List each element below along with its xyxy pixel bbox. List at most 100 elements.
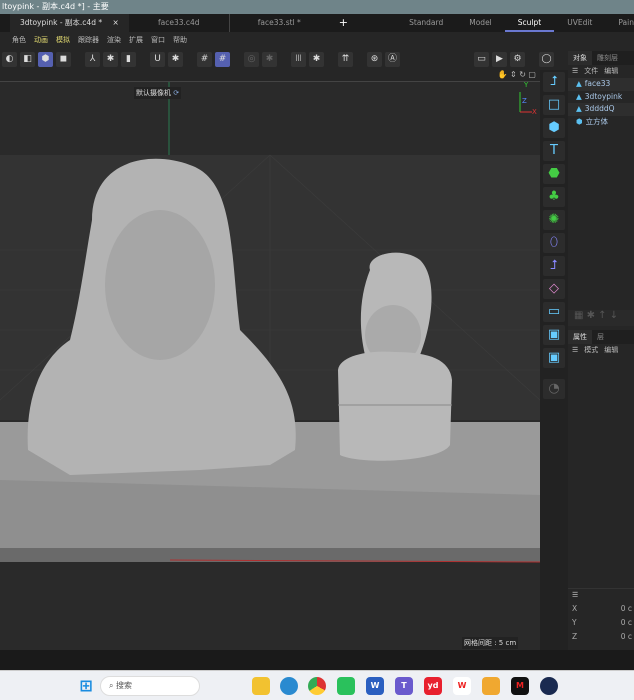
tab-face33-c4d[interactable]: face33.c4d (129, 14, 229, 32)
polygon-icon: ▲ (576, 79, 582, 88)
teams-icon[interactable]: T (395, 677, 413, 695)
hamburger-icon[interactable]: ☰ (572, 65, 578, 78)
cinema4d-icon[interactable] (540, 677, 558, 695)
align-icon[interactable]: ⇈ (338, 51, 353, 67)
tab-sculpt-layers[interactable]: 雕刻层 (592, 51, 623, 65)
render-icon[interactable]: ▶ (492, 51, 507, 67)
wechat-icon[interactable] (337, 677, 355, 695)
menu-extensions[interactable]: 扩展 (129, 35, 143, 45)
menu-edit[interactable]: 编辑 (604, 65, 618, 78)
wps-icon[interactable]: W (453, 677, 471, 695)
object-face33[interactable]: ▲ face33 (568, 78, 634, 91)
windows-start-icon[interactable]: ⊞ (77, 677, 95, 695)
light-icon[interactable]: ◇ (543, 279, 565, 299)
clapper-icon[interactable]: ▭ (543, 302, 565, 322)
cube-icon: ⬢ (576, 116, 583, 126)
viewport-scene: Y Z X (0, 81, 540, 563)
effector-icon[interactable]: ⮥ (543, 256, 565, 276)
polygons-mode-icon[interactable]: ⬢ (38, 51, 53, 67)
tab-3dtoypink[interactable]: 3dtoypink - 副本.c4d * × (10, 14, 129, 32)
close-icon[interactable]: × (112, 18, 118, 27)
camera-icon[interactable]: ▣ (543, 325, 565, 345)
tab-layers[interactable]: 层 (592, 330, 609, 344)
render-view-icon[interactable]: ▭ (474, 51, 489, 67)
menu-animation[interactable]: 动画 (34, 35, 48, 45)
field-icon[interactable]: ⬯ (543, 233, 565, 253)
workplane-icon[interactable]: ▮ (121, 51, 136, 67)
null-object-icon[interactable]: ⮥ (543, 72, 565, 92)
coord-z: Z0 c (572, 632, 632, 641)
camera-cycle-icon: ⟳ (173, 89, 180, 97)
cube-icon[interactable]: ⬢ (543, 118, 565, 138)
gear-icon[interactable]: ✱ (262, 51, 277, 67)
layout-uvedit[interactable]: UVEdit (554, 14, 605, 32)
menu-window[interactable]: 窗口 (151, 35, 165, 45)
edges-mode-icon[interactable]: ◧ (20, 51, 35, 67)
new-tab-button[interactable]: + (329, 14, 358, 32)
file-explorer-icon[interactable] (252, 677, 270, 695)
model-mode-icon[interactable]: ◼ (56, 51, 71, 67)
edge-icon[interactable] (280, 677, 298, 695)
menu-mode[interactable]: 模式 (584, 344, 598, 357)
status-bar (0, 650, 634, 670)
video-camera-icon[interactable]: ▣ (543, 348, 565, 368)
camera-label[interactable]: 默认摄像机 ⟳ (134, 87, 182, 99)
axis-z-label: Z (522, 97, 527, 105)
tab-attributes[interactable]: 属性 (568, 330, 592, 344)
gear-icon[interactable]: ✱ (103, 51, 118, 67)
axis-x-label: X (532, 108, 537, 116)
layout-paint[interactable]: Pain (605, 14, 634, 32)
cloner-icon[interactable]: ♣ (543, 187, 565, 207)
gear-icon[interactable]: ✱ (309, 51, 324, 67)
taskbar-search[interactable]: ⌕ 搜索 (100, 676, 200, 696)
layout-model[interactable]: Model (456, 14, 505, 32)
coordinates-panel: ☰ X0 c Y0 c Z0 c (568, 588, 634, 644)
object-cube[interactable]: ⬢ 立方体 (568, 116, 634, 129)
layout-standard[interactable]: Standard (396, 14, 456, 32)
menu-tracker[interactable]: 跟踪器 (78, 35, 99, 45)
subdivision-icon[interactable]: ⬣ (543, 164, 565, 184)
tab-objects[interactable]: 对象 (568, 51, 592, 65)
main-toolbar: ◐ ◧ ⬢ ◼ ⅄ ✱ ▮ Ս ✱ # # ◎ ✱ ꔖ ✱ ⇈ ⊛ Ⓐ ▭ ▶ … (0, 48, 568, 70)
object-3dtoypink[interactable]: ▲ 3dtoypink (568, 91, 634, 104)
symmetry-icon[interactable]: ꔖ (291, 51, 306, 67)
grid-snap-icon[interactable]: # (197, 51, 212, 67)
snap-icon[interactable]: # (215, 51, 230, 67)
script-icon[interactable]: Ⓐ (385, 51, 400, 67)
hamburger-icon[interactable]: ☰ (572, 589, 578, 602)
compass-icon[interactable]: ◔ (543, 379, 565, 399)
soft-selection-icon[interactable]: ◎ (244, 51, 259, 67)
menu-render[interactable]: 渲染 (107, 35, 121, 45)
menu-help[interactable]: 帮助 (173, 35, 187, 45)
node-icon[interactable]: ⊛ (367, 51, 382, 67)
polygon-icon: ▲ (576, 104, 582, 113)
points-mode-icon[interactable]: ◐ (2, 51, 17, 67)
object-toolbar[interactable]: ▦ ✱ ↑ ↓ (568, 310, 634, 326)
axis-icon[interactable]: ⅄ (85, 51, 100, 67)
cloud-render-icon[interactable]: ◯ (539, 51, 554, 67)
object-manager: 对象 雕刻层 ☰ 文件 编辑 ▲ face33 ▲ 3dtoypink ▲ 3ddddQ ⬢… (568, 48, 634, 650)
deformer-icon[interactable]: ✺ (543, 210, 565, 230)
gear-icon[interactable]: ✱ (168, 51, 183, 67)
menu-file[interactable]: 文件 (584, 65, 598, 78)
menu-edit[interactable]: 编辑 (604, 344, 618, 357)
render-settings-icon[interactable]: ⚙ (510, 51, 525, 67)
word-icon[interactable]: W (366, 677, 384, 695)
youdao-icon[interactable]: yd (424, 677, 442, 695)
mumu-icon[interactable]: M (511, 677, 529, 695)
layout-sculpt[interactable]: Sculpt (504, 14, 555, 32)
tab-face33-stl[interactable]: face33.stl * (228, 14, 329, 32)
coord-y: Y0 c (572, 618, 632, 627)
hamburger-icon[interactable]: ☰ (572, 344, 578, 357)
menu-simulate[interactable]: 模拟 (56, 35, 70, 45)
viewport-header: ✋ ⇕ ↻ ▢ (0, 70, 540, 82)
text-icon[interactable]: T (543, 141, 565, 161)
spline-rectangle-icon[interactable]: □ (543, 95, 565, 115)
chrome-icon[interactable] (308, 677, 326, 695)
reader-icon[interactable] (482, 677, 500, 695)
3d-viewport[interactable]: Y Z X ✋ ⇕ ↻ ▢ 默认摄像机 ⟳ 网格间距 : 5 cm (0, 70, 540, 650)
magnet-icon[interactable]: Ս (150, 51, 165, 67)
object-3ddddq[interactable]: ▲ 3ddddQ (568, 103, 634, 116)
menu-character[interactable]: 角色 (12, 35, 26, 45)
viewport-nav-icons[interactable]: ✋ ⇕ ↻ ▢ (497, 70, 536, 79)
